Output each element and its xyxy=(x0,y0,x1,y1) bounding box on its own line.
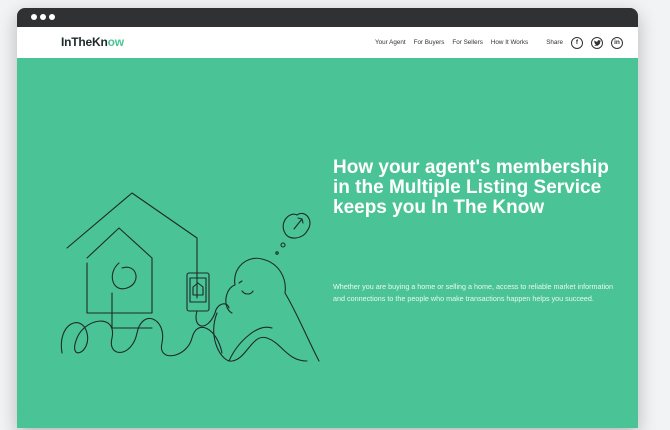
facebook-icon[interactable]: f xyxy=(571,36,583,49)
nav-how-it-works[interactable]: How It Works xyxy=(491,39,528,46)
hero-body: Whether you are buying a home or selling… xyxy=(333,282,614,303)
window-dot[interactable] xyxy=(31,14,37,20)
twitter-icon[interactable] xyxy=(591,36,603,49)
house-agent-illustration xyxy=(60,192,320,362)
site-logo[interactable]: InTheKnow xyxy=(61,35,124,49)
share-label: Share xyxy=(546,39,563,46)
nav-for-buyers[interactable]: For Buyers xyxy=(414,39,445,46)
logo-accent: ow xyxy=(107,35,124,49)
browser-titlebar xyxy=(17,8,638,27)
site-header: InTheKnow Your Agent For Buyers For Sell… xyxy=(17,27,638,58)
main-nav: Your Agent For Buyers For Sellers How It… xyxy=(375,27,623,58)
hero-section: How your agent's membership in the Multi… xyxy=(17,58,638,428)
window-dot[interactable] xyxy=(40,14,46,20)
nav-for-sellers[interactable]: For Sellers xyxy=(452,39,482,46)
nav-your-agent[interactable]: Your Agent xyxy=(375,39,406,46)
browser-window: InTheKnow Your Agent For Buyers For Sell… xyxy=(17,8,638,428)
logo-main: InTheKn xyxy=(61,35,108,49)
window-dot[interactable] xyxy=(49,14,55,20)
twitter-bird-icon xyxy=(593,39,601,46)
hero-headline: How your agent's membership in the Multi… xyxy=(333,157,609,218)
linkedin-icon[interactable]: in xyxy=(611,36,623,49)
